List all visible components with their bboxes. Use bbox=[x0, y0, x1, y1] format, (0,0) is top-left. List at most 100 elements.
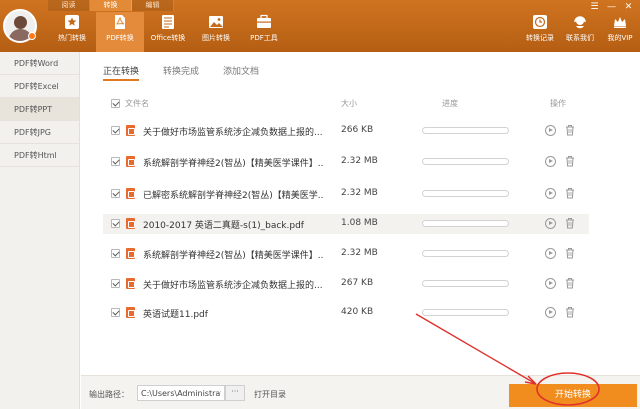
pdf-file-icon bbox=[126, 248, 135, 259]
file-name: 关于做好市场监管系统涉企减负数据上报的... bbox=[143, 281, 323, 291]
play-icon[interactable] bbox=[545, 218, 556, 229]
nav-label: 热门转换 bbox=[58, 34, 86, 42]
tab-read[interactable]: 阅读 bbox=[48, 0, 90, 11]
file-name: 系统解剖学脊神经2(智丛)【精美医学课件】... bbox=[143, 251, 323, 261]
file-name: 2010-2017 英语二真题-s(1)_back.pdf bbox=[143, 221, 304, 231]
open-directory-link[interactable]: 打开目录 bbox=[254, 389, 286, 400]
trash-icon[interactable] bbox=[565, 217, 575, 229]
nav-label: 我的VIP bbox=[607, 34, 633, 42]
clock-icon bbox=[533, 15, 547, 29]
file-size: 2.32 MB bbox=[341, 248, 378, 258]
play-icon[interactable] bbox=[545, 188, 556, 199]
file-size: 1.08 MB bbox=[341, 218, 378, 228]
trash-icon[interactable] bbox=[565, 155, 575, 167]
file-size: 267 KB bbox=[341, 278, 374, 288]
file-size: 266 KB bbox=[341, 125, 374, 135]
row-checkbox[interactable] bbox=[111, 249, 120, 258]
col-header-name: 文件名 bbox=[125, 99, 149, 108]
app-header: 阅读 转换 编辑 ☰ — ✕ 热门转换 PDF转换 Office转换 图片转换 … bbox=[0, 0, 640, 52]
row-checkbox[interactable] bbox=[111, 189, 120, 198]
nav-my-vip[interactable]: 我的VIP bbox=[600, 12, 640, 52]
table-row[interactable]: 系统解剖学脊神经2(智丛)【精美医学课件】... 2.32 MB bbox=[103, 152, 589, 172]
file-name: 已解密系统解剖学脊神经2(智丛)【精美医学... bbox=[143, 191, 323, 201]
close-icon[interactable]: ✕ bbox=[623, 2, 634, 12]
tab-completed[interactable]: 转换完成 bbox=[163, 64, 199, 81]
nav-label: 转换记录 bbox=[526, 34, 554, 42]
col-header-size: 大小 bbox=[341, 99, 357, 108]
play-icon[interactable] bbox=[545, 278, 556, 289]
sidebar-item-pdf-to-html[interactable]: PDF转Html bbox=[0, 144, 79, 167]
sidebar-item-pdf-to-ppt[interactable]: PDF转PPT bbox=[0, 98, 79, 121]
row-checkbox[interactable] bbox=[111, 157, 120, 166]
image-icon bbox=[209, 16, 223, 28]
play-icon[interactable] bbox=[545, 307, 556, 318]
output-path-label: 输出路径： bbox=[89, 390, 129, 399]
table-row[interactable]: 英语试题11.pdf 420 KB bbox=[103, 303, 589, 323]
start-convert-button[interactable]: 开始转换 bbox=[509, 384, 637, 407]
nav-contact-us[interactable]: 联系我们 bbox=[560, 12, 600, 52]
table-row[interactable]: 关于做好市场监管系统涉企减负数据上报的... 267 KB bbox=[103, 274, 589, 294]
col-header-progress: 进度 bbox=[442, 99, 458, 108]
play-icon[interactable] bbox=[545, 248, 556, 259]
play-icon[interactable] bbox=[545, 156, 556, 167]
pdf-file-icon bbox=[126, 278, 135, 289]
progress-bar bbox=[422, 158, 509, 165]
sidebar-item-pdf-to-jpg[interactable]: PDF转JPG bbox=[0, 121, 79, 144]
nav-pdf-convert[interactable]: PDF转换 bbox=[96, 12, 144, 52]
tab-edit[interactable]: 编辑 bbox=[132, 0, 174, 11]
progress-bar bbox=[422, 250, 509, 257]
output-path-input[interactable] bbox=[137, 385, 225, 401]
pdf-file-icon bbox=[126, 307, 135, 318]
vip-crown-icon bbox=[614, 17, 626, 28]
pdf-file-icon bbox=[126, 125, 135, 136]
file-size: 420 KB bbox=[341, 307, 374, 317]
trash-icon[interactable] bbox=[565, 187, 575, 199]
nav-image-convert[interactable]: 图片转换 bbox=[192, 12, 240, 52]
footer-bar: 输出路径： ··· 打开目录 开始转换 bbox=[81, 375, 640, 409]
table-row[interactable]: 系统解剖学脊神经2(智丛)【精美医学课件】... 2.32 MB bbox=[103, 244, 589, 264]
tab-add-document[interactable]: 添加文档 bbox=[223, 64, 259, 81]
trash-icon[interactable] bbox=[565, 247, 575, 259]
nav-label: 图片转换 bbox=[202, 34, 230, 42]
row-checkbox[interactable] bbox=[111, 308, 120, 317]
toolbox-icon bbox=[257, 14, 271, 28]
progress-bar bbox=[422, 190, 509, 197]
file-name: 系统解剖学脊神经2(智丛)【精美医学课件】... bbox=[143, 159, 323, 169]
row-checkbox[interactable] bbox=[111, 219, 120, 228]
row-checkbox[interactable] bbox=[111, 126, 120, 135]
browse-path-button[interactable]: ··· bbox=[225, 385, 245, 401]
star-icon bbox=[65, 15, 79, 29]
table-row[interactable]: 2010-2017 英语二真题-s(1)_back.pdf 1.08 MB bbox=[103, 214, 589, 234]
nav-convert-history[interactable]: 转换记录 bbox=[520, 12, 560, 52]
col-header-action: 操作 bbox=[550, 99, 566, 108]
trash-icon[interactable] bbox=[565, 124, 575, 136]
play-icon[interactable] bbox=[545, 125, 556, 136]
headset-icon bbox=[574, 16, 586, 29]
trash-icon[interactable] bbox=[565, 277, 575, 289]
nav-pdf-tools[interactable]: PDF工具 bbox=[240, 12, 288, 52]
tab-convert[interactable]: 转换 bbox=[90, 0, 132, 11]
window-controls: ☰ — ✕ bbox=[589, 2, 634, 12]
nav-office-convert[interactable]: Office转换 bbox=[144, 12, 192, 52]
trash-icon[interactable] bbox=[565, 306, 575, 318]
table-row[interactable]: 关于做好市场监管系统涉企减负数据上报的... 266 KB bbox=[103, 121, 589, 141]
sidebar-item-pdf-to-excel[interactable]: PDF转Excel bbox=[0, 75, 79, 98]
office-icon bbox=[162, 15, 174, 29]
pdf-file-icon bbox=[126, 188, 135, 199]
table-row[interactable]: 已解密系统解剖学脊神经2(智丛)【精美医学... 2.32 MB bbox=[103, 184, 589, 204]
menu-icon[interactable]: ☰ bbox=[589, 2, 600, 12]
row-checkbox[interactable] bbox=[111, 279, 120, 288]
pdf-file-icon bbox=[115, 15, 125, 29]
mode-tabs: 阅读 转换 编辑 bbox=[48, 0, 174, 11]
sidebar-item-pdf-to-word[interactable]: PDF转Word bbox=[0, 52, 79, 75]
nav-label: PDF工具 bbox=[250, 34, 278, 42]
progress-bar bbox=[422, 280, 509, 287]
tab-converting[interactable]: 正在转换 bbox=[103, 64, 140, 81]
main-nav: 热门转换 PDF转换 Office转换 图片转换 PDF工具 bbox=[48, 12, 288, 52]
file-size: 2.32 MB bbox=[341, 188, 378, 198]
minimize-icon[interactable]: — bbox=[606, 2, 617, 12]
sidebar: PDF转Word PDF转Excel PDF转PPT PDF转JPG PDF转H… bbox=[0, 52, 80, 409]
file-size: 2.32 MB bbox=[341, 156, 378, 166]
nav-hot-convert[interactable]: 热门转换 bbox=[48, 12, 96, 52]
select-all-checkbox[interactable] bbox=[111, 99, 120, 108]
